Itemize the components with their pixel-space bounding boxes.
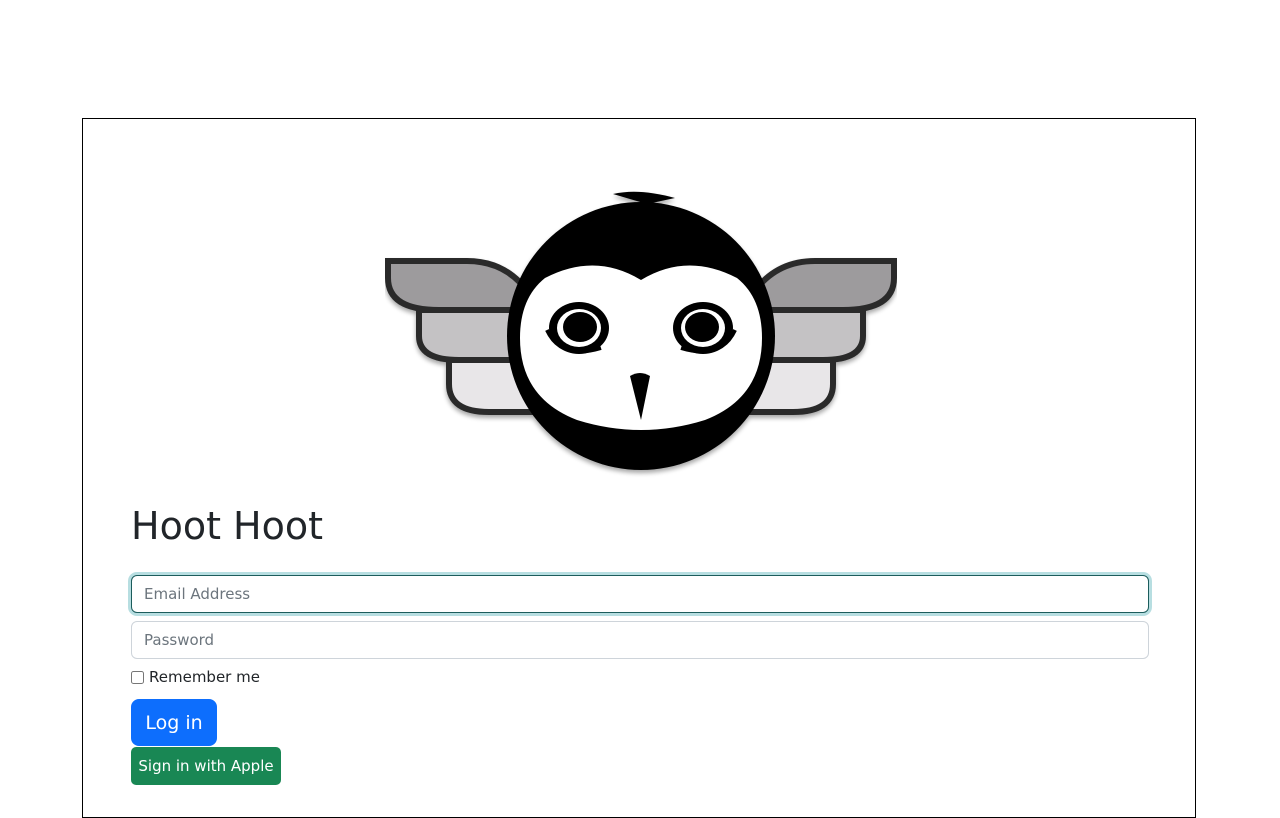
email-field[interactable] — [131, 575, 1149, 613]
log-in-button[interactable]: Log in — [131, 699, 217, 746]
password-field[interactable] — [131, 621, 1149, 659]
sign-in-with-apple-button[interactable]: Sign in with Apple — [131, 747, 281, 785]
remember-me-row[interactable]: Remember me — [131, 668, 260, 686]
page-title: Hoot Hoot — [131, 504, 324, 548]
remember-me-checkbox[interactable] — [131, 670, 144, 684]
remember-me-label: Remember me — [149, 668, 260, 686]
owl-logo — [385, 191, 897, 470]
